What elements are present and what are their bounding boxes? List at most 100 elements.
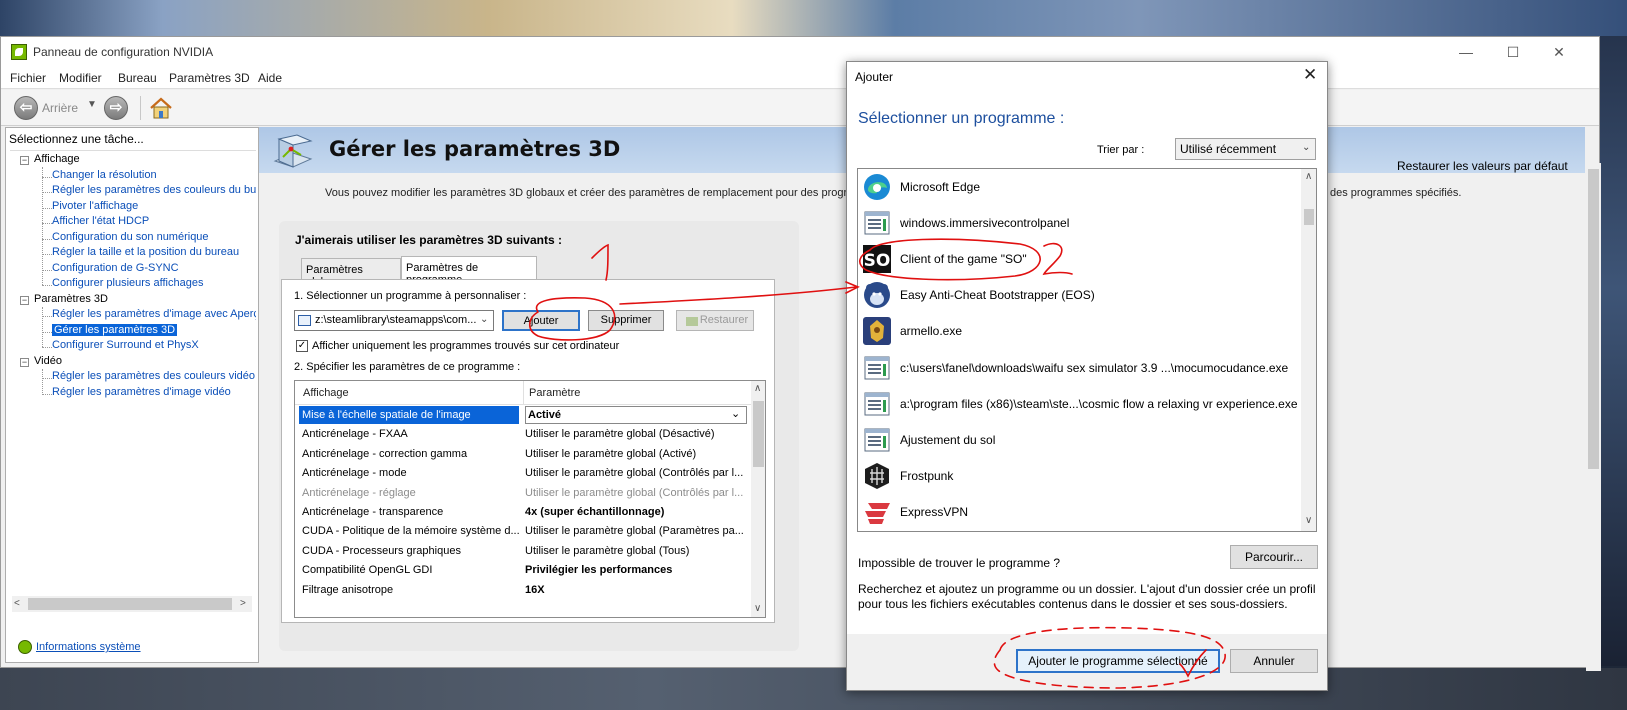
tab-program-settings[interactable]: Paramètres de programme (401, 256, 537, 286)
program-list-item[interactable]: Ajustement du sol (858, 422, 1301, 458)
program-list-item[interactable]: Frostpunk (858, 458, 1301, 494)
tree-collapse-icon[interactable]: − (20, 156, 29, 165)
program-list-item[interactable]: windows.immersivecontrolpanel (858, 205, 1301, 241)
feature-value[interactable]: Utiliser le paramètre global (Paramètres… (525, 525, 747, 537)
tree-task-link[interactable]: Régler les paramètres d'image vidéo (52, 386, 231, 398)
program-select[interactable]: z:\steamlibrary\steamapps\com... (294, 310, 494, 331)
table-row[interactable]: CUDA - Politique de la mémoire système d… (295, 522, 751, 542)
menu-bureau[interactable]: Bureau (118, 71, 157, 85)
tree-task-link[interactable]: Régler les paramètres des couleurs vidéo (52, 370, 255, 382)
vscroll-thumb[interactable] (753, 401, 764, 467)
scroll-up-icon[interactable]: ∧ (1305, 171, 1312, 182)
cancel-button[interactable]: Annuler (1230, 649, 1318, 673)
chevron-down-icon[interactable]: ⌄ (1302, 142, 1310, 153)
add-program-button[interactable]: Ajouter (502, 310, 580, 331)
tree-collapse-icon[interactable]: − (20, 295, 29, 305)
chevron-down-icon[interactable]: ⌄ (480, 314, 488, 325)
tree-task-link[interactable]: Configuration du son numérique (52, 231, 209, 243)
column-header-feature[interactable]: Affichage (303, 387, 349, 399)
program-list-item[interactable]: SO Client of the game "SO" (858, 241, 1301, 277)
program-name: Easy Anti-Cheat Bootstrapper (EOS) (900, 288, 1095, 303)
table-row[interactable]: Anticrénelage - réglage Utiliser le param… (295, 484, 751, 504)
forward-arrow-icon[interactable]: ⇨ (104, 96, 128, 120)
feature-value[interactable]: Utiliser le paramètre global (Activé) (525, 448, 747, 460)
tree-task-link[interactable]: Pivoter l'affichage (52, 200, 138, 212)
table-row[interactable]: Anticrénelage - correction gamma Utiliser… (295, 445, 751, 465)
remove-program-button[interactable]: Supprimer (588, 310, 664, 331)
system-info-link[interactable]: Informations système (36, 641, 141, 653)
minimize-button[interactable]: — (1456, 42, 1476, 62)
sort-select[interactable]: Utilisé récemment (1175, 138, 1316, 160)
feature-value[interactable]: 16X (525, 584, 747, 596)
table-row[interactable]: Anticrénelage - transparence 4x (super éc… (295, 503, 751, 523)
only-found-label[interactable]: Afficher uniquement les programmes trouv… (312, 340, 619, 352)
feature-value[interactable]: 4x (super échantillonnage) (525, 506, 747, 518)
scroll-right-icon[interactable]: > (240, 598, 246, 609)
feature-value[interactable]: Utiliser le paramètre global (Désactivé) (525, 428, 747, 440)
column-header-setting[interactable]: Paramètre (529, 387, 580, 399)
feature-value[interactable]: Utiliser le paramètre global (Contrôlés … (525, 467, 747, 479)
tree-task-link[interactable]: Afficher l'état HDCP (52, 215, 149, 227)
add-selected-program-button[interactable]: Ajouter le programme sélectionné (1016, 649, 1220, 673)
chevron-down-icon[interactable]: ⌄ (731, 407, 740, 420)
back-arrow-icon[interactable]: ⇦ (14, 96, 38, 120)
table-row[interactable]: Anticrénelage - mode Utiliser le paramètr… (295, 464, 751, 484)
browse-button[interactable]: Parcourir... (1230, 545, 1318, 569)
tree-category[interactable]: Affichage (34, 153, 80, 165)
program-list-item[interactable]: Microsoft Edge (858, 169, 1301, 205)
feature-name: CUDA - Processeurs graphiques (302, 544, 461, 557)
back-button-label[interactable]: Arrière (42, 101, 78, 115)
scroll-down-icon[interactable]: ∨ (1305, 515, 1312, 526)
tree-category[interactable]: Paramètres 3D (34, 293, 108, 305)
feature-value[interactable]: Privilégier les performances (525, 564, 747, 576)
tree-task-link[interactable]: Changer la résolution (52, 169, 157, 181)
scroll-up-icon[interactable]: ∧ (754, 383, 761, 394)
table-vscrollbar[interactable]: ∧ ∨ (751, 381, 765, 617)
nvidia-restore-icon (686, 317, 698, 326)
back-history-dropdown[interactable]: ▼ (87, 99, 97, 110)
content-vscrollbar[interactable] (1586, 163, 1601, 671)
menu-parametres-3d[interactable]: Paramètres 3D (169, 71, 250, 85)
feature-value[interactable]: Utiliser le paramètre global (Contrôlés … (525, 487, 747, 499)
vscroll-thumb[interactable] (1588, 169, 1599, 469)
table-row[interactable]: Compatibilité OpenGL GDI Privilégier les … (295, 561, 751, 581)
scroll-down-icon[interactable]: ∨ (754, 603, 761, 614)
tree-task-link[interactable]: Configurer plusieurs affichages (52, 277, 203, 289)
tree-task-link[interactable]: Régler les paramètres des couleurs du bu… (52, 184, 256, 196)
tree-task-link[interactable]: Régler la taille et la position du burea… (52, 246, 239, 258)
menu-fichier[interactable]: Fichier (10, 71, 46, 85)
tree-task-link[interactable]: Gérer les paramètres 3D (52, 323, 178, 336)
feature-value[interactable]: Utiliser le paramètre global (Tous) (525, 545, 747, 557)
hscroll-thumb[interactable] (28, 598, 232, 610)
close-button[interactable]: ✕ (1549, 42, 1569, 62)
menu-aide[interactable]: Aide (258, 71, 282, 85)
tab-global-settings[interactable]: Paramètres globaux (301, 258, 401, 288)
tree-task-link[interactable]: Régler les paramètres d'image avec Aperç… (52, 308, 256, 320)
program-list-item[interactable]: c:\users\fanel\downloads\waifu sex simul… (858, 350, 1301, 386)
menu-modifier[interactable]: Modifier (59, 71, 102, 85)
feature-value[interactable]: Activé (525, 406, 747, 424)
vscroll-thumb[interactable] (1304, 209, 1314, 225)
table-row[interactable]: Filtrage anisotrope 16X (295, 581, 751, 601)
program-list-item[interactable]: armello.exe (858, 313, 1301, 349)
feature-name: Compatibilité OpenGL GDI (302, 564, 433, 577)
task-pane-hscrollbar[interactable]: < > (12, 596, 252, 612)
only-found-checkbox[interactable]: ✓ (296, 340, 308, 352)
restore-defaults-link[interactable]: Restaurer les valeurs par défaut (1397, 159, 1568, 173)
program-list-vscrollbar[interactable]: ∧ ∨ (1301, 169, 1316, 531)
table-row[interactable]: Mise à l'échelle spatiale de l'image Acti… (295, 406, 751, 426)
tree-collapse-icon[interactable]: − (20, 357, 29, 367)
dialog-close-button[interactable]: ✕ (1303, 65, 1317, 85)
tree-category[interactable]: Vidéo (34, 355, 62, 367)
tree-task-link[interactable]: Configurer Surround et PhysX (52, 339, 199, 351)
scroll-left-icon[interactable]: < (14, 598, 20, 609)
table-row[interactable]: CUDA - Processeurs graphiques Utiliser le… (295, 542, 751, 562)
svg-text:SO: SO (864, 251, 891, 271)
tree-task-link[interactable]: Configuration de G-SYNC (52, 262, 179, 274)
program-list-item[interactable]: a:\program files (x86)\steam\ste...\cosm… (858, 386, 1301, 422)
maximize-button[interactable]: ☐ (1503, 42, 1523, 62)
home-icon[interactable] (149, 97, 173, 119)
table-row[interactable]: Anticrénelage - FXAA Utiliser le paramètr… (295, 425, 751, 445)
program-list-item[interactable]: ExpressVPN (858, 494, 1301, 530)
program-list-item[interactable]: Easy Anti-Cheat Bootstrapper (EOS) (858, 277, 1301, 313)
